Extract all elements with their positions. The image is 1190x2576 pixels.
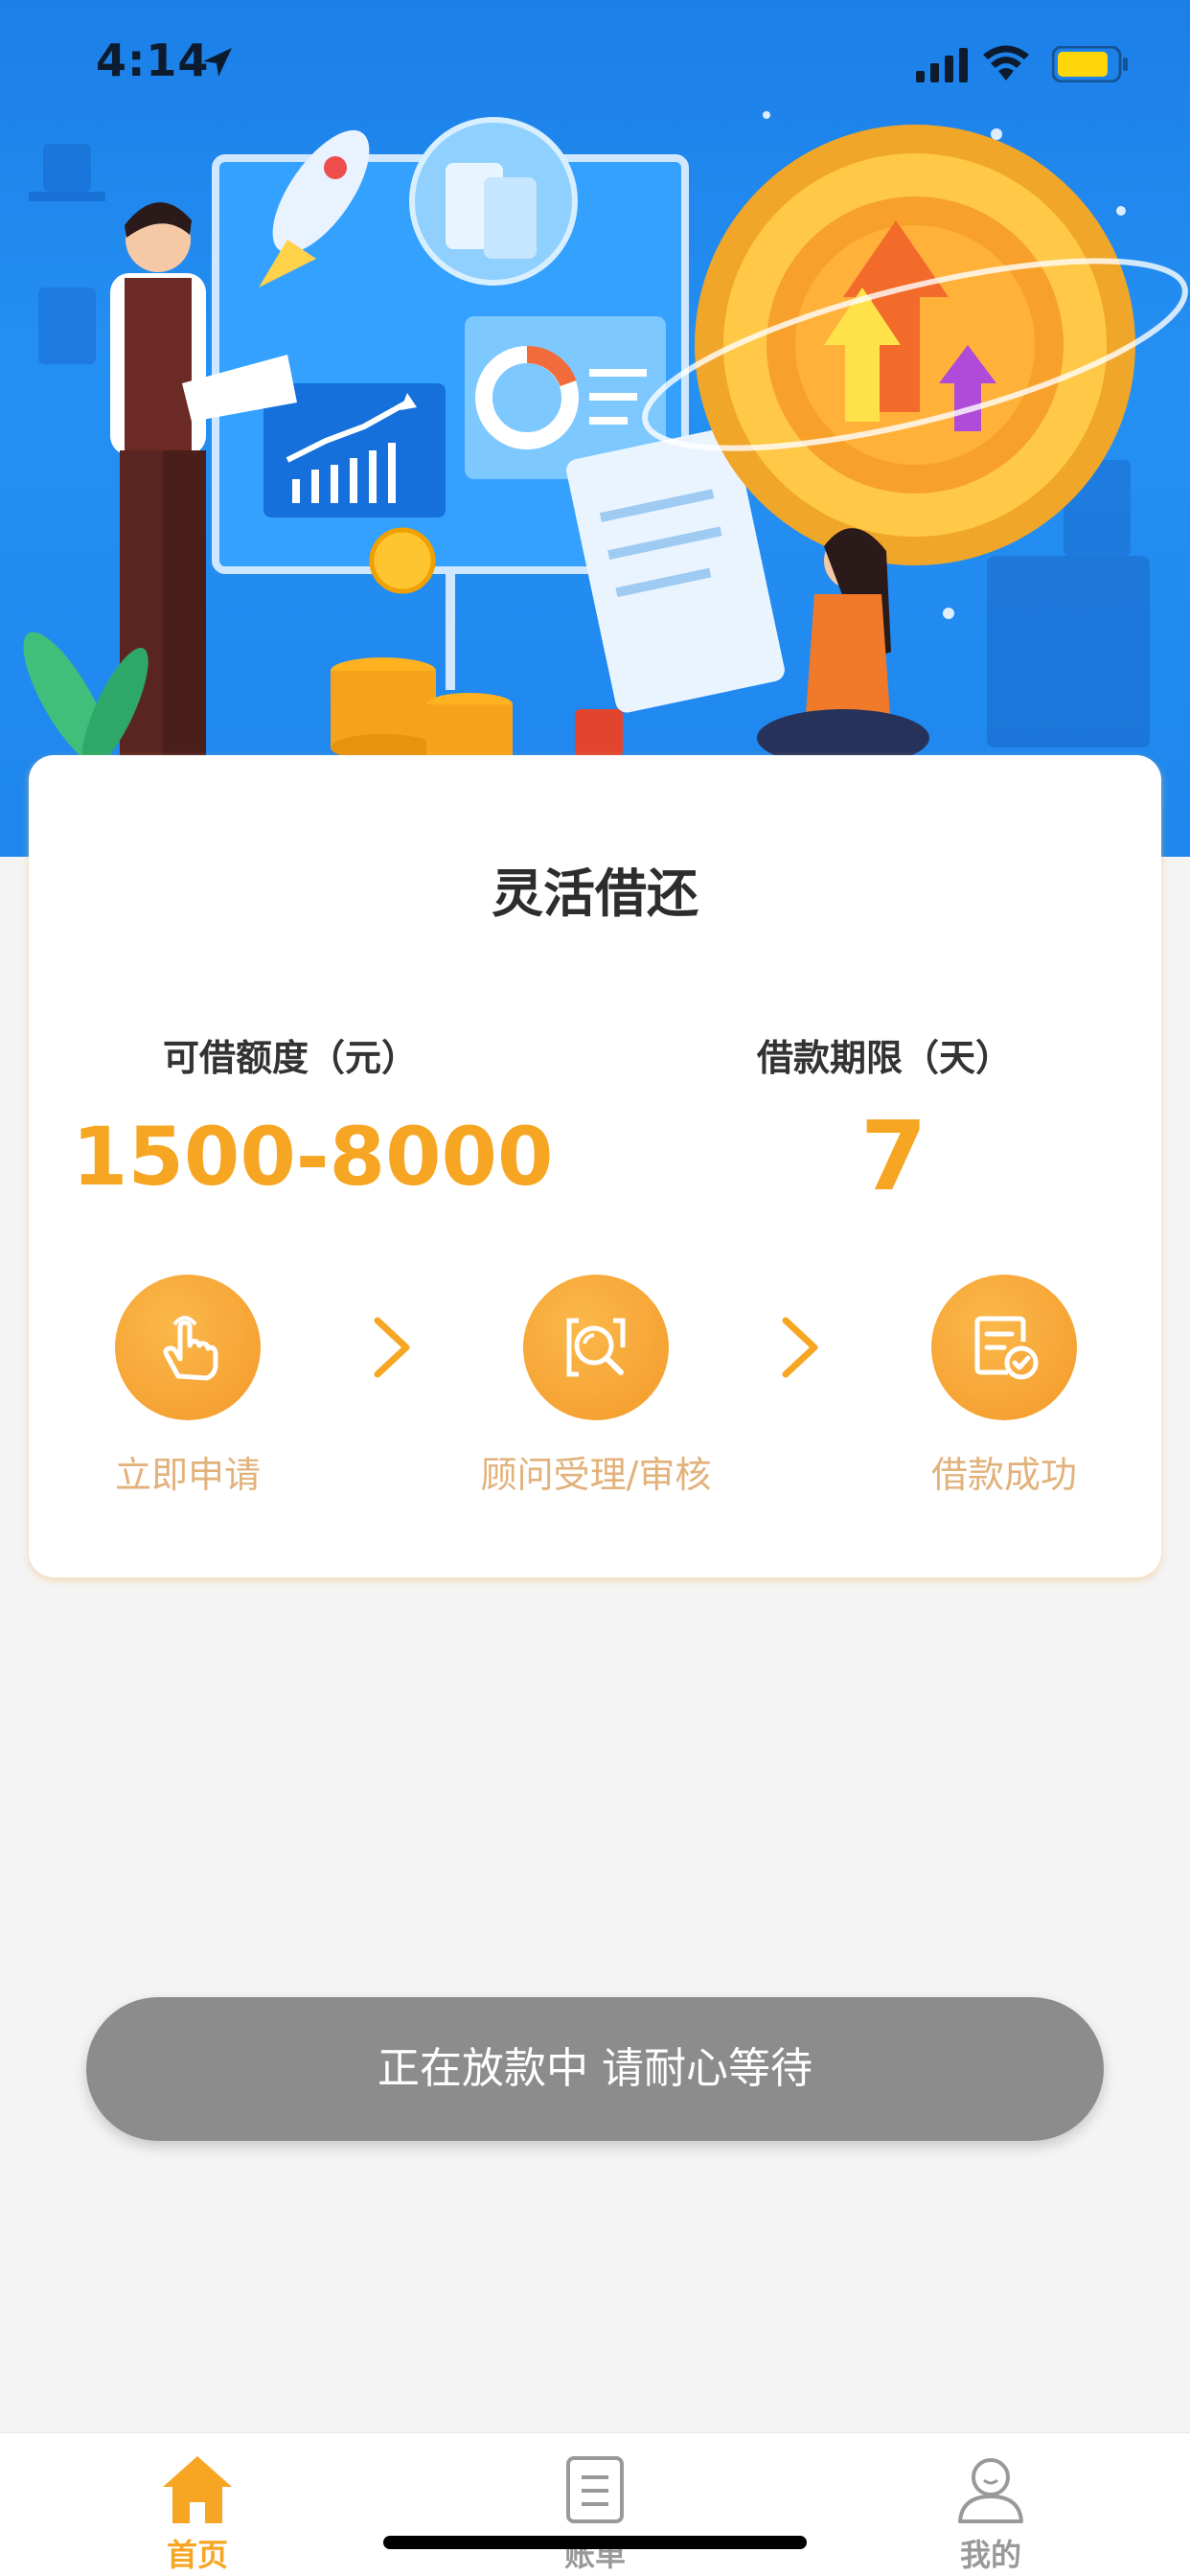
loan-info-card: 灵活借还 可借额度（元） 1500-8000 借款期限（天） 7 立即申请 顾问… xyxy=(29,755,1161,1577)
step-apply-button[interactable] xyxy=(115,1275,261,1420)
term-value: 7 xyxy=(860,1100,927,1212)
profile-icon xyxy=(958,2458,1023,2523)
review-search-icon xyxy=(566,1318,626,1377)
tab-bill[interactable]: 账单 xyxy=(499,2433,691,2576)
status-time: 4:14 xyxy=(96,34,210,86)
tab-home[interactable]: 首页 xyxy=(102,2433,293,2576)
step-review-button[interactable] xyxy=(523,1275,669,1420)
home-icon xyxy=(163,2456,232,2523)
status-bar: 4:14 xyxy=(0,0,1190,126)
term-label: 借款期限（天） xyxy=(757,1037,1013,1079)
step-apply-label: 立即申请 xyxy=(114,1454,261,1496)
tab-profile-label: 我的 xyxy=(959,2537,1021,2573)
bill-icon xyxy=(566,2456,624,2523)
chevron-right-icon xyxy=(782,1317,818,1378)
tab-home-label: 首页 xyxy=(166,2537,228,2573)
card-title: 灵活借还 xyxy=(492,863,698,924)
hand-tap-icon xyxy=(163,1316,218,1381)
step-success-button[interactable] xyxy=(931,1275,1077,1420)
toast-message: 正在放款中 请耐心等待 xyxy=(86,1997,1104,2141)
wifi-icon xyxy=(983,45,1029,80)
step-review-label: 顾问受理/审核 xyxy=(480,1454,712,1496)
step-success-label: 借款成功 xyxy=(930,1454,1077,1496)
home-indicator xyxy=(383,2536,807,2549)
document-check-icon xyxy=(974,1316,1039,1380)
battery-icon xyxy=(1052,46,1128,82)
toast-text: 正在放款中 请耐心等待 xyxy=(378,2044,812,2093)
hero-banner xyxy=(0,0,1190,857)
finance-illustration xyxy=(23,111,1188,771)
location-arrow-icon xyxy=(203,48,232,77)
amount-label: 可借额度（元） xyxy=(163,1037,419,1079)
chevron-right-icon xyxy=(374,1317,410,1378)
bottom-tab-bar: 首页 账单 我的 xyxy=(0,2432,1190,2576)
tab-profile[interactable]: 我的 xyxy=(895,2433,1087,2576)
amount-value: 1500-8000 xyxy=(72,1110,554,1204)
cellular-signal-icon xyxy=(916,48,968,82)
